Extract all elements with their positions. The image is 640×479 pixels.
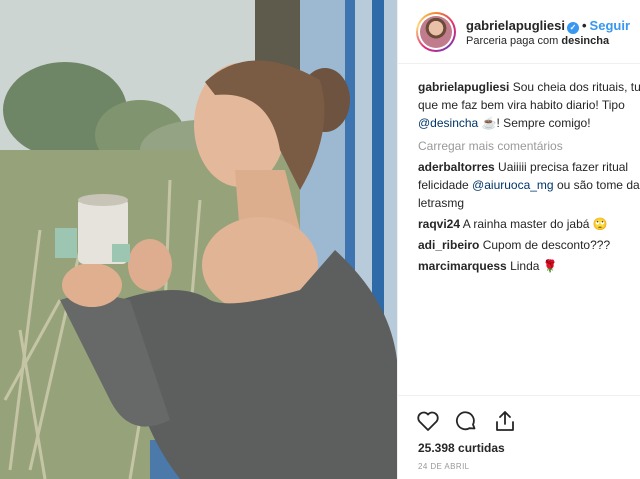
post-side-panel: gabrielapugliesi ✓ • Seguir Parceria paga c… [397, 0, 640, 479]
comment-username[interactable]: marcimarquess [418, 259, 507, 273]
photo-illustration [0, 0, 397, 479]
load-more-comments-link[interactable]: Carregar mais comentários [418, 137, 640, 155]
post-caption: gabrielapugliesi Sou cheia dos rituais, … [418, 78, 640, 132]
caption-text-line3: ! Sempre comigo! [496, 116, 591, 130]
comment-item: aderbaltorres Uaiiiii precisa fazer ritu… [418, 158, 640, 212]
post-actions: 25.398 curtidas 24 DE ABRIL [398, 395, 640, 479]
comment-item: marcimarquess Linda 🌹 [418, 257, 640, 275]
paid-partnership: Parceria paga com desincha [466, 35, 609, 47]
action-icons [416, 409, 527, 435]
comment-username[interactable]: adi_ribeiro [418, 238, 479, 252]
sponsor-link[interactable]: desincha [561, 35, 609, 47]
header-username[interactable]: gabrielapugliesi [466, 18, 565, 33]
comment-icon[interactable] [454, 409, 480, 435]
comments-section: gabrielapugliesi Sou cheia dos rituais, … [418, 78, 640, 275]
post-header: gabrielapugliesi ✓ • Seguir Parceria paga c… [398, 0, 640, 64]
comment-mention[interactable]: @aiuruoca_mg [472, 178, 554, 192]
comment-text: Linda [510, 259, 540, 273]
comment-username[interactable]: raqvi24 [418, 217, 460, 231]
paid-partnership-prefix: Parceria paga com [466, 35, 559, 47]
comment-text-cont2: ou são tome da [553, 178, 640, 192]
avatar[interactable] [416, 12, 456, 52]
comment-text-cont3: letrasmg [418, 196, 465, 210]
caption-text-line2: que me faz bem vira habito diario! Tipo [418, 98, 625, 112]
comment-text: A rainha master do jabá [462, 217, 590, 231]
share-icon[interactable] [493, 409, 519, 435]
rose-emoji-icon: 🌹 [542, 259, 558, 273]
comment-item: adi_ribeiro Cupom de desconto??? [418, 236, 640, 254]
comment-username[interactable]: aderbaltorres [418, 160, 495, 174]
header-username-row: gabrielapugliesi ✓ • Seguir [466, 18, 630, 34]
eye-roll-emoji-icon: 🙄 [592, 217, 608, 231]
caption-username[interactable]: gabrielapugliesi [418, 80, 509, 94]
caption-text-line1: Sou cheia dos rituais, tudo [512, 80, 640, 94]
comment-item: raqvi24 A rainha master do jabá 🙄 [418, 215, 640, 233]
likes-count[interactable]: 25.398 curtidas [418, 441, 505, 455]
post-date[interactable]: 24 DE ABRIL [418, 462, 470, 471]
verified-badge-icon: ✓ [566, 22, 579, 34]
caption-mention[interactable]: @desincha [418, 116, 478, 130]
heart-icon[interactable] [416, 409, 442, 435]
coffee-emoji-icon: ☕ [481, 116, 497, 130]
comment-text: Cupom de desconto??? [482, 238, 611, 252]
separator-dot: • [581, 18, 587, 33]
avatar-image [420, 16, 452, 48]
comment-text: Uaiiiii precisa fazer ritual [498, 160, 629, 174]
post-photo[interactable] [0, 0, 397, 479]
follow-button[interactable]: Seguir [590, 18, 630, 33]
comment-text-cont: felicidade [418, 178, 473, 192]
